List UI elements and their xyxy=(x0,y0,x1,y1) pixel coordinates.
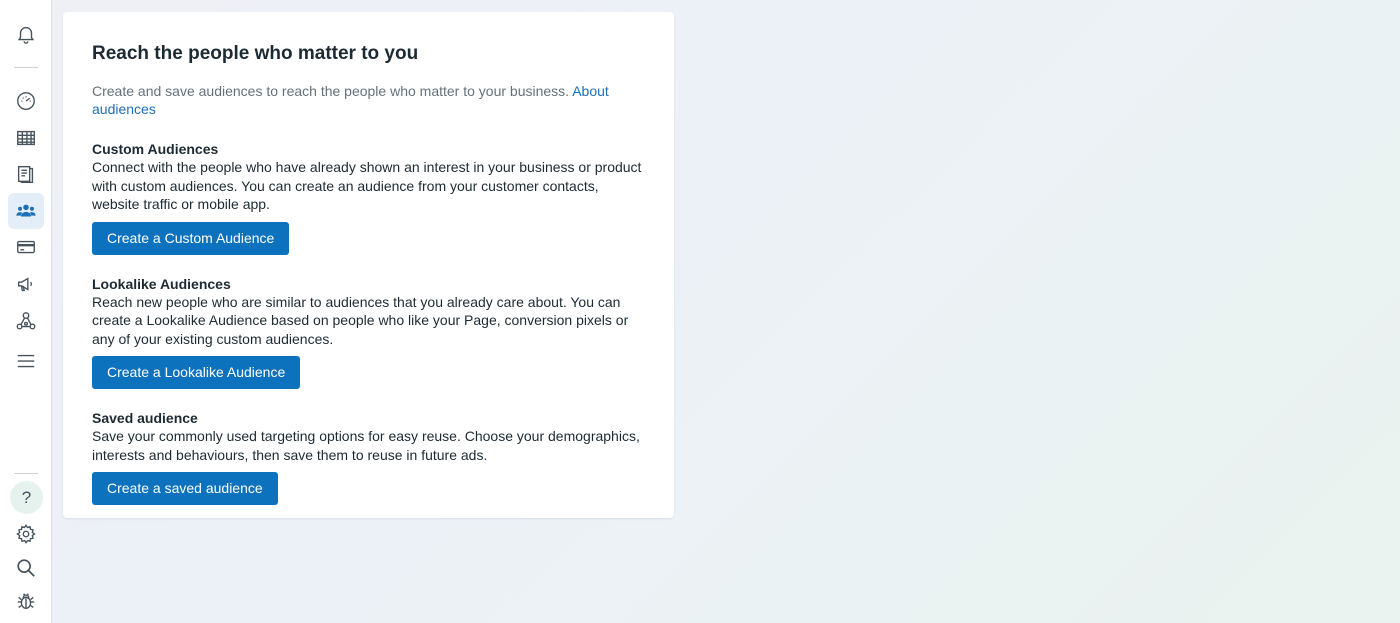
custom-audiences-section: Custom Audiences Connect with the people… xyxy=(92,140,645,255)
page-subtitle: Create and save audiences to reach the p… xyxy=(92,82,645,118)
create-custom-audience-button[interactable]: Create a Custom Audience xyxy=(92,221,290,255)
subtitle-text: Create and save audiences to reach the p… xyxy=(92,83,570,99)
section-title: Saved audience xyxy=(92,410,198,426)
settings-icon[interactable] xyxy=(8,516,44,552)
section-title: Lookalike Audiences xyxy=(92,275,231,292)
table-icon[interactable] xyxy=(8,120,44,156)
catalog-icon[interactable] xyxy=(8,156,44,192)
section-description: Save your commonly used targeting option… xyxy=(92,428,640,463)
notifications-icon[interactable] xyxy=(8,16,44,52)
sidebar-divider xyxy=(14,67,38,68)
section-description: Reach new people who are similar to audi… xyxy=(92,293,629,347)
section-description: Connect with the people who have already… xyxy=(92,159,642,212)
lookalike-audiences-section: Lookalike Audiences Reach new people who… xyxy=(92,275,645,389)
ads-megaphone-icon[interactable] xyxy=(8,266,44,302)
help-glyph: ? xyxy=(21,487,32,507)
help-icon[interactable]: ? xyxy=(10,481,43,514)
left-sidebar: ? xyxy=(0,0,52,623)
menu-icon[interactable] xyxy=(8,343,44,379)
create-saved-audience-button[interactable]: Create a saved audience xyxy=(92,472,278,505)
search-icon[interactable] xyxy=(8,550,44,586)
audiences-card: Reach the people who matter to you Creat… xyxy=(63,12,674,518)
create-lookalike-audience-button[interactable]: Create a Lookalike Audience xyxy=(92,356,301,389)
events-manager-icon[interactable] xyxy=(8,303,44,339)
dashboard-icon[interactable] xyxy=(8,83,44,119)
bug-report-icon[interactable] xyxy=(8,583,44,619)
billing-icon[interactable] xyxy=(8,229,44,265)
sidebar-divider xyxy=(14,473,38,474)
saved-audience-section: Saved audience Save your commonly used t… xyxy=(92,409,645,505)
section-title: Custom Audiences xyxy=(92,141,219,157)
audiences-icon[interactable] xyxy=(8,193,44,229)
page-title: Reach the people who matter to you xyxy=(92,43,419,64)
